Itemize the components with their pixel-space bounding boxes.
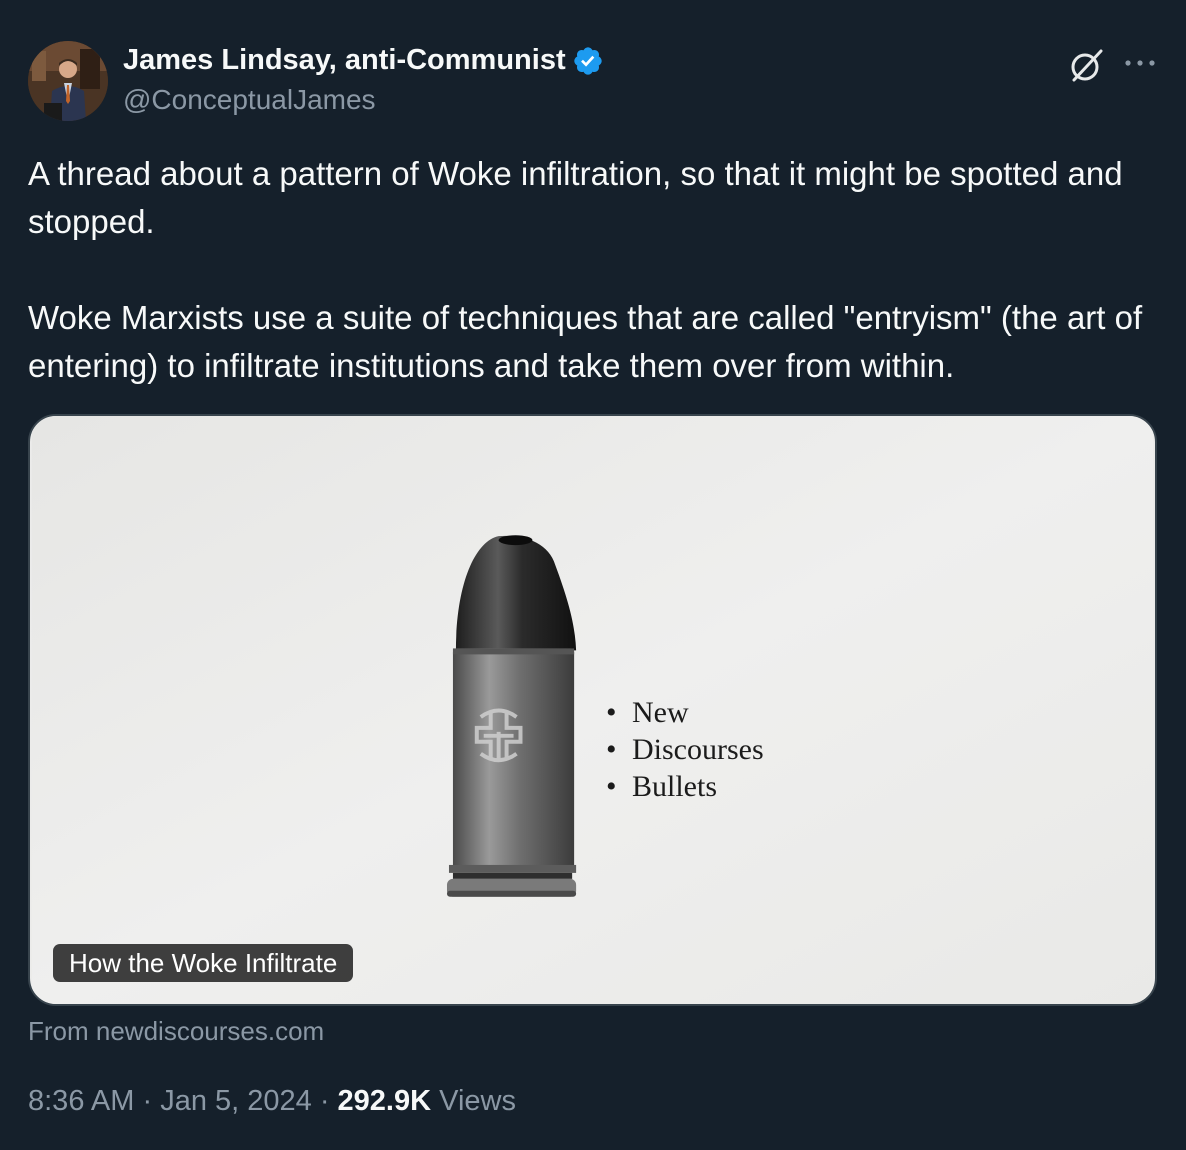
card-bullet-list: New Discourses Bullets (606, 694, 764, 805)
card-image (31, 416, 1154, 1004)
verified-badge-icon (572, 45, 604, 77)
tweet-date[interactable]: Jan 5, 2024 (160, 1085, 312, 1117)
tweet-paragraph-2: Woke Marxists use a suite of techniques … (28, 299, 1143, 384)
card-title: How the Woke Infiltrate (53, 944, 354, 982)
author-name-text: James Lindsay, anti-Communist (123, 44, 566, 76)
views-label: Views (431, 1085, 516, 1117)
author-handle[interactable]: @ConceptualJames (123, 84, 376, 116)
views-count: 292.9K (337, 1085, 432, 1117)
meta-separator: · (311, 1085, 338, 1117)
author-name[interactable]: James Lindsay, anti-Communist (123, 44, 604, 77)
card-bullet-item: Discourses (606, 731, 764, 768)
tweet-time[interactable]: 8:36 AM (28, 1085, 134, 1117)
link-card[interactable]: New Discourses Bullets How the Woke Infi… (28, 414, 1157, 1006)
avatar[interactable] (28, 41, 108, 121)
grok-icon[interactable] (1068, 46, 1106, 84)
card-source-link[interactable]: From newdiscourses.com (28, 1016, 324, 1047)
tweet-text: A thread about a pattern of Woke infiltr… (28, 150, 1163, 390)
tweet-paragraph-1: A thread about a pattern of Woke infiltr… (28, 155, 1123, 240)
card-bullet-item: Bullets (606, 768, 764, 805)
meta-separator: · (134, 1085, 161, 1117)
avatar-photo (28, 41, 108, 121)
tweet-meta: 8:36 AM · Jan 5, 2024 · 292.9K Views (28, 1085, 516, 1118)
more-icon[interactable] (1122, 49, 1158, 77)
card-bullet-item: New (606, 694, 764, 731)
